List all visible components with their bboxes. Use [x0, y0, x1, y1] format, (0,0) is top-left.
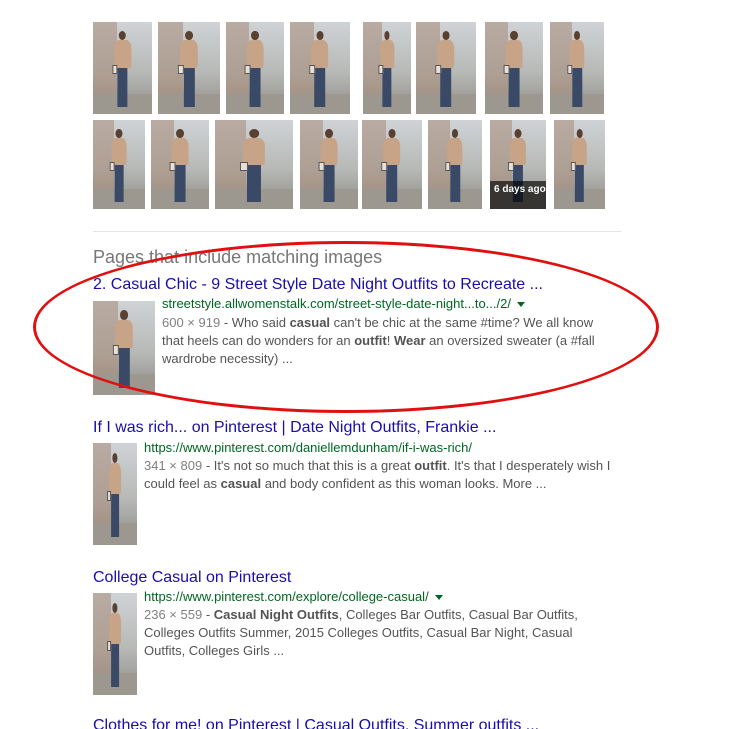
image-thumbnail[interactable]	[93, 120, 145, 209]
snippet-text: , Colleges Bar Outfits, Casual Bar Outfi…	[338, 607, 578, 622]
image-thumbnail[interactable]	[363, 22, 411, 114]
image-thumbnail[interactable]	[290, 22, 350, 114]
image-thumbnail[interactable]	[550, 22, 604, 114]
image-thumbnail[interactable]: 6 days ago	[490, 120, 546, 209]
result-thumbnail[interactable]	[93, 443, 137, 545]
image-thumbnail[interactable]	[151, 120, 209, 209]
recency-badge: 6 days ago	[490, 181, 546, 209]
chevron-down-icon[interactable]	[434, 595, 443, 601]
result-snippet: 236 × 559 - Casual Night Outfits, Colleg…	[144, 606, 624, 660]
image-thumbnail[interactable]	[300, 120, 358, 209]
image-thumbnail[interactable]	[362, 120, 422, 209]
result-title-link[interactable]: If I was rich... on Pinterest | Date Nig…	[93, 419, 496, 437]
snippet-keyword: outfit	[414, 458, 447, 473]
snippet-text: Outfits, Colleges Girls ...	[144, 643, 285, 658]
image-thumbnail[interactable]	[485, 22, 543, 114]
snippet-line: could feel as casual and body confident …	[144, 475, 624, 493]
image-thumbnail[interactable]	[215, 120, 293, 209]
image-dimensions: 236 × 559	[144, 607, 203, 622]
result-thumbnail[interactable]	[93, 593, 137, 695]
snippet-line: 341 × 809 - It's not so much that this i…	[144, 457, 624, 475]
result-snippet: 341 × 809 - It's not so much that this i…	[144, 457, 624, 493]
result-url: https://www.pinterest.com/explore/colleg…	[144, 589, 443, 604]
image-thumbnail[interactable]	[554, 120, 605, 209]
snippet-text: - It's not so much that this is a great	[202, 458, 415, 473]
snippet-keyword: casual	[220, 476, 262, 491]
snippet-line: 236 × 559 - Casual Night Outfits, Colleg…	[144, 606, 624, 624]
annotation-oval	[33, 241, 659, 413]
snippet-line: Colleges Outfits Summer, 2015 Colleges O…	[144, 624, 624, 642]
image-thumbnail[interactable]	[93, 22, 152, 114]
result-title-link[interactable]: College Casual on Pinterest	[93, 569, 291, 587]
snippet-keyword: Casual Night Outfits	[213, 607, 339, 622]
snippet-text: could feel as	[144, 476, 221, 491]
snippet-text: and body confident as this woman looks. …	[261, 476, 547, 491]
image-thumbnail[interactable]	[226, 22, 284, 114]
image-thumbnail[interactable]	[416, 22, 476, 114]
snippet-text: -	[202, 607, 214, 622]
snippet-line: Outfits, Colleges Girls ...	[144, 642, 624, 660]
image-thumbnail[interactable]	[158, 22, 220, 114]
result-url: https://www.pinterest.com/daniellemdunha…	[144, 440, 473, 455]
section-divider	[93, 231, 621, 232]
image-dimensions: 341 × 809	[144, 458, 203, 473]
snippet-text: . It's that I desperately wish I	[446, 458, 611, 473]
image-thumbnail[interactable]	[428, 120, 482, 209]
snippet-text: Colleges Outfits Summer, 2015 Colleges O…	[144, 625, 573, 640]
result-title-link[interactable]: Clothes for me! on Pinterest | Casual Ou…	[93, 717, 539, 729]
